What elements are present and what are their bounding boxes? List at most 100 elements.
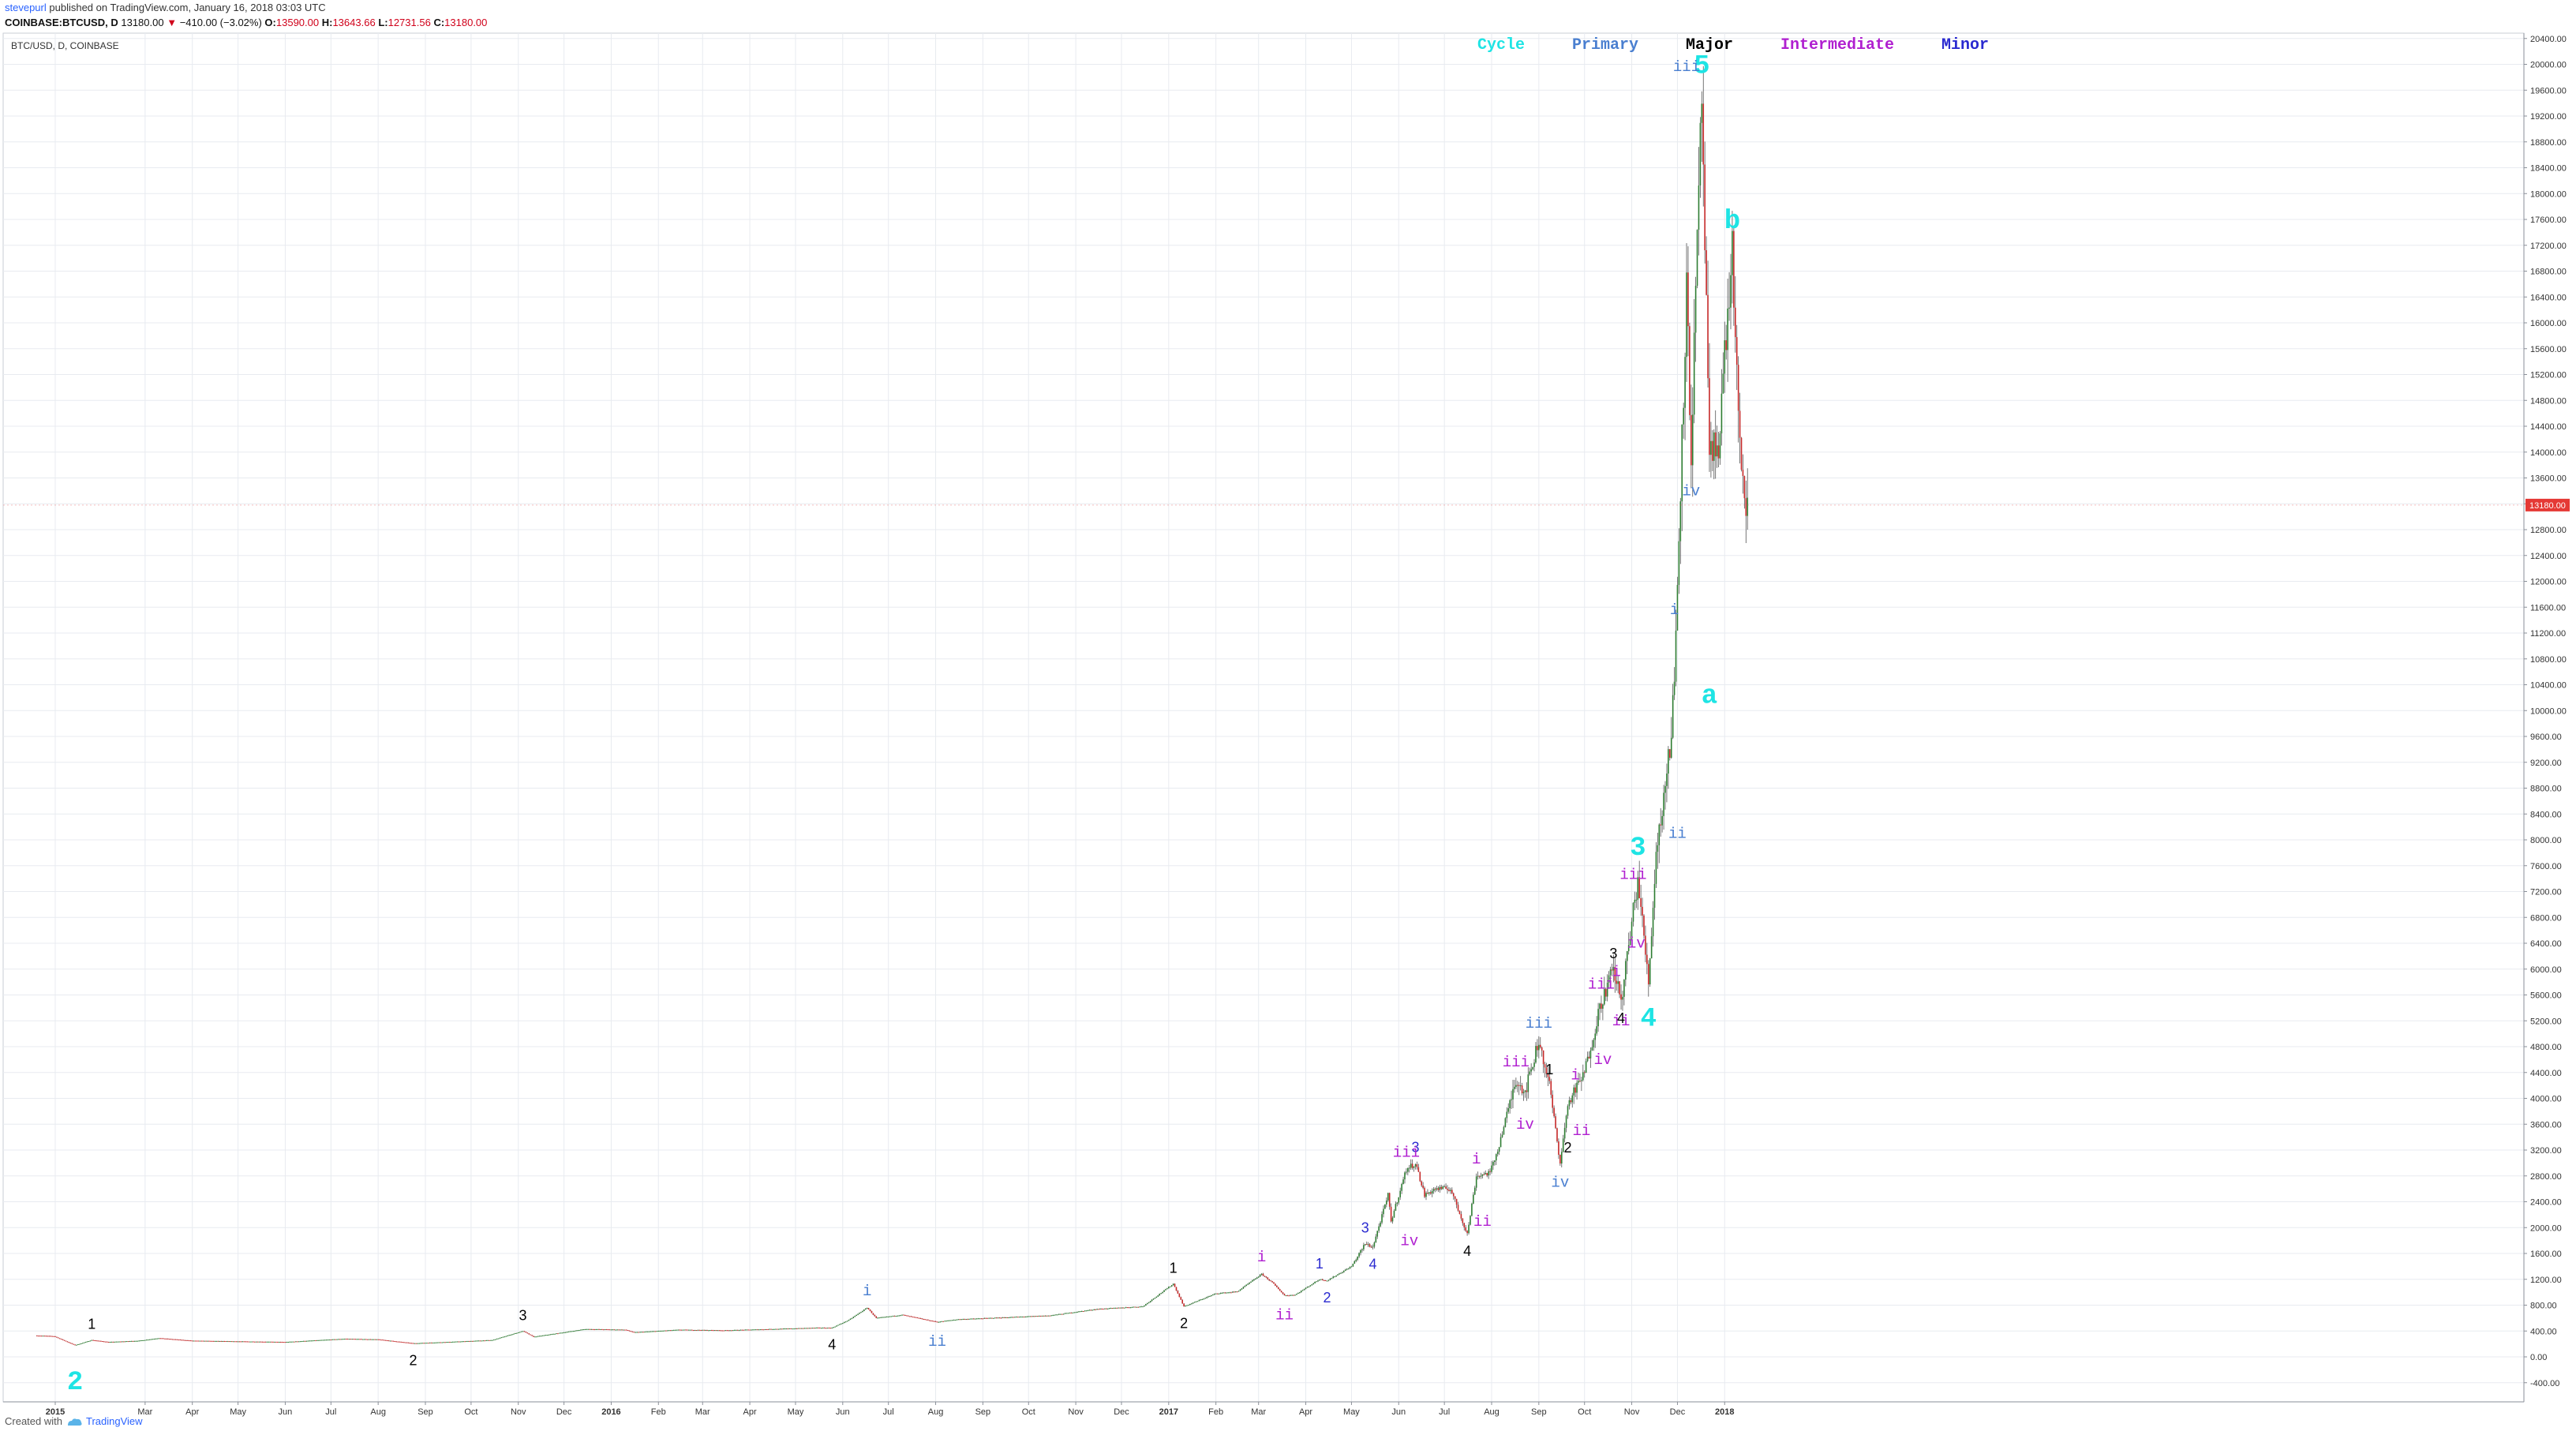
candle-body (980, 1318, 983, 1320)
candle-body (790, 1328, 792, 1329)
candle-body (402, 1342, 403, 1343)
candle-body (391, 1340, 393, 1342)
candle-body (1168, 1287, 1170, 1289)
candle-body (1481, 1174, 1484, 1176)
candle-body (610, 1329, 612, 1331)
candle-body (659, 1330, 661, 1332)
candle-body (867, 1308, 870, 1309)
candle-body (960, 1319, 963, 1321)
candle-body (1147, 1302, 1148, 1305)
candle-body (1291, 1294, 1293, 1296)
candle-body (275, 1341, 277, 1343)
candle-body (485, 1339, 487, 1341)
candle-body (1434, 1189, 1436, 1190)
candle-body (1601, 1003, 1602, 1009)
candle-body (505, 1336, 507, 1337)
candle-body (125, 1341, 128, 1343)
candle-body (1462, 1218, 1464, 1223)
tradingview-logo-icon (67, 1418, 82, 1426)
candle-body (446, 1342, 447, 1343)
candle-body (99, 1340, 100, 1342)
candle-body (574, 1331, 575, 1332)
candle-body (1129, 1307, 1132, 1309)
candle-body (76, 1344, 77, 1346)
candle-body (924, 1319, 926, 1321)
candle-body (1189, 1303, 1191, 1306)
candle-body (1646, 954, 1648, 965)
candle-body (571, 1331, 573, 1332)
candle-body (1190, 1303, 1193, 1305)
candle-body (866, 1308, 868, 1309)
candle-body (1623, 980, 1625, 997)
candle-body (235, 1341, 238, 1343)
candle-body (1450, 1190, 1451, 1191)
candle-body (1057, 1314, 1058, 1316)
candle-body (837, 1324, 839, 1326)
candle-body (112, 1341, 114, 1343)
candle-body (784, 1328, 786, 1330)
candle-body (469, 1340, 470, 1342)
candle-body (1664, 785, 1666, 793)
candle-body (1125, 1307, 1127, 1309)
candle-body (1696, 230, 1698, 287)
candle-body (1693, 332, 1695, 415)
candle-body (174, 1339, 177, 1340)
candle-body (517, 1332, 519, 1333)
candle-body (499, 1337, 501, 1339)
candle-body (200, 1340, 203, 1342)
candle-body (255, 1341, 257, 1343)
candle-body (254, 1341, 256, 1343)
candle-body (227, 1341, 228, 1343)
candle-body (1542, 1050, 1544, 1065)
candle-body (874, 1314, 876, 1317)
candle-body (1250, 1281, 1252, 1283)
candle-body (788, 1328, 791, 1329)
candle-body (1262, 1273, 1264, 1276)
candle-body (1496, 1152, 1499, 1155)
candle-body (1256, 1277, 1258, 1279)
candle-body (564, 1332, 567, 1333)
candle-body (1735, 337, 1738, 365)
candle-body (474, 1340, 477, 1342)
candle-body (1166, 1288, 1168, 1290)
candle-body (1609, 969, 1612, 976)
candle-body (279, 1341, 282, 1343)
candle-body (1730, 275, 1732, 308)
candle-body (1390, 1206, 1392, 1222)
y-tick-label: 11600.00 (2530, 603, 2566, 613)
candle-body (1552, 1094, 1553, 1108)
candle-body (523, 1331, 526, 1332)
candle-body (294, 1341, 295, 1343)
candle-body (440, 1342, 442, 1343)
candle-body (605, 1329, 608, 1331)
candle-body (1616, 980, 1618, 984)
candle-body (415, 1343, 417, 1344)
candle-body (871, 1310, 873, 1313)
candle-body (592, 1328, 594, 1330)
candle-body (880, 1317, 882, 1318)
candle-body (133, 1340, 136, 1342)
candle-body (1372, 1246, 1374, 1248)
candle-body (276, 1341, 279, 1343)
candle-body (331, 1339, 334, 1340)
candle-body (1081, 1310, 1083, 1312)
y-tick-label: 6800.00 (2530, 913, 2562, 923)
candle-body (1473, 1187, 1476, 1195)
candle-body (1172, 1283, 1174, 1286)
y-tick-label: 20400.00 (2530, 35, 2567, 44)
candle-body (1227, 1292, 1229, 1294)
candle-body (1393, 1210, 1395, 1218)
candle-body (504, 1336, 506, 1338)
candle-body (1507, 1108, 1510, 1112)
candle-body (1670, 737, 1672, 759)
candle-body (1694, 286, 1697, 333)
tradingview-link[interactable]: TradingView (86, 1415, 143, 1427)
candle-body (630, 1331, 632, 1332)
candle-body (625, 1329, 627, 1331)
candle-body (1201, 1299, 1204, 1301)
candle-body (1489, 1171, 1491, 1172)
candle-body (118, 1341, 120, 1343)
candle-body (1402, 1179, 1404, 1185)
price-chart[interactable]: -400.00 0.00 400.00 800.00 1200.00 1600.00 200… (0, 0, 2576, 1435)
candle-body (1626, 951, 1628, 961)
